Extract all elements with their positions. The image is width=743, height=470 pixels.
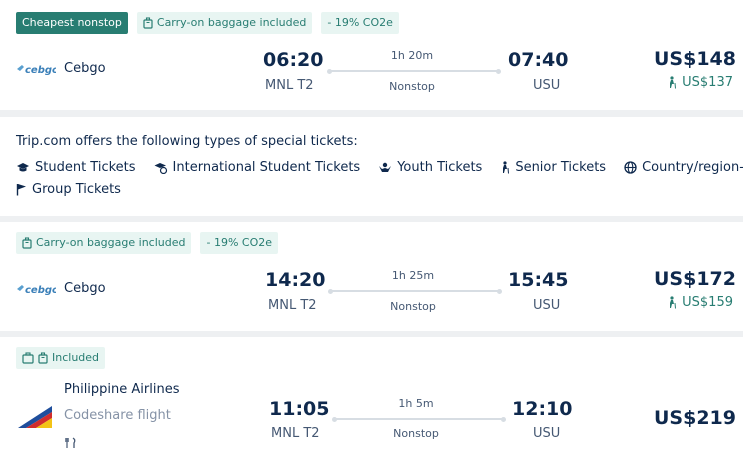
co2-tag: - 19% CO2e: [321, 12, 399, 34]
student-tickets[interactable]: Student Tickets: [16, 160, 136, 175]
flight-line: [327, 68, 501, 74]
group-tickets-label: Group Tickets: [32, 182, 121, 197]
carry-on-label: Carry-on baggage included: [156, 16, 307, 29]
luggage-icon: [38, 352, 48, 364]
flight-tags: Cheapest nonstop Carry-on baggage includ…: [16, 12, 399, 34]
cebgo-logo: cebgo: [17, 284, 56, 296]
flight-tags: Included: [16, 347, 106, 369]
senior-tickets[interactable]: Senior Tickets: [500, 160, 606, 175]
senior-price-value: US$137: [682, 75, 733, 90]
arrive-airport: USU: [533, 426, 561, 441]
flight-card[interactable]: Cheapest nonstop Carry-on baggage includ…: [0, 0, 743, 110]
flag-icon: [16, 184, 26, 196]
international-student-tickets-label: International Student Tickets: [172, 160, 361, 175]
senior-icon: [670, 76, 677, 89]
youth-tickets-label: Youth Tickets: [397, 160, 483, 175]
airline-info: cebgo Cebgo: [16, 61, 106, 76]
duration: 1h 25m: [391, 269, 435, 282]
duration: 1h 20m: [390, 49, 434, 62]
stops: Nonstop: [389, 80, 435, 93]
svg-text:cebgo: cebgo: [25, 285, 56, 296]
luggage-icon: [22, 237, 32, 249]
arrive-time: 12:10: [512, 398, 573, 420]
bag-icon: [22, 352, 34, 364]
price[interactable]: US$172: [654, 268, 736, 290]
depart-time: 14:20: [265, 269, 326, 291]
depart-airport: MNL T2: [265, 78, 314, 93]
graduation-cap-icon: [17, 162, 29, 171]
flight-line: [332, 416, 506, 422]
flight-line: [328, 288, 502, 294]
airline-info: cebgo Cebgo: [16, 281, 106, 296]
flight-card[interactable]: Carry-on baggage included - 19% CO2e ceb…: [0, 222, 743, 331]
country-region-tickets[interactable]: Country/region-sp: [624, 160, 743, 175]
special-tickets-row-2: Group Tickets: [16, 182, 121, 197]
carry-on-label: Carry-on baggage included: [36, 236, 186, 249]
arrive-airport: USU: [533, 78, 561, 93]
depart-time: 11:05: [269, 398, 330, 420]
carry-on-tag: Carry-on baggage included: [136, 12, 313, 34]
senior-price: US$159: [667, 295, 733, 310]
depart-airport: MNL T2: [271, 426, 320, 441]
special-tickets-title: Trip.com offers the following types of s…: [16, 134, 358, 149]
special-tickets-row-1: Student Tickets International Student Ti…: [16, 160, 743, 175]
co2-tag: - 19% CO2e: [200, 232, 279, 254]
luggage-icon: [143, 17, 153, 29]
duration: 1h 5m: [398, 397, 434, 410]
depart-time: 06:20: [263, 49, 324, 71]
price[interactable]: US$219: [654, 407, 736, 429]
youth-tickets[interactable]: Youth Tickets: [378, 160, 482, 175]
included-tag: Included: [16, 347, 106, 369]
codeshare-label[interactable]: Codeshare flight: [64, 408, 171, 423]
flight-tags: Carry-on baggage included - 19% CO2e: [16, 232, 279, 254]
stops: Nonstop: [393, 427, 439, 440]
included-label: Included: [52, 351, 100, 364]
cebgo-logo: cebgo: [17, 64, 56, 76]
senior-icon: [503, 161, 510, 174]
arrive-time: 07:40: [508, 49, 569, 71]
youth-icon: [379, 162, 392, 172]
special-tickets-panel: Trip.com offers the following types of s…: [0, 117, 743, 216]
senior-tickets-label: Senior Tickets: [515, 160, 607, 175]
cheapest-nonstop-tag: Cheapest nonstop: [16, 12, 128, 34]
arrive-time: 15:45: [508, 269, 569, 291]
senior-price: US$137: [667, 75, 733, 90]
meal-icon: [65, 437, 76, 448]
globe-cap-icon: [154, 162, 167, 174]
airline-name: Cebgo: [64, 281, 106, 296]
arrive-airport: USU: [533, 298, 561, 313]
stops: Nonstop: [390, 300, 436, 313]
senior-icon: [670, 296, 677, 309]
flight-card[interactable]: Included Philippine Airlines Codeshare f…: [0, 337, 743, 470]
international-student-tickets[interactable]: International Student Tickets: [154, 160, 361, 175]
price[interactable]: US$148: [654, 48, 736, 70]
airline-name: Philippine Airlines: [64, 382, 180, 397]
globe-icon: [624, 161, 637, 174]
senior-price-value: US$159: [682, 295, 733, 310]
carry-on-tag: Carry-on baggage included: [16, 232, 192, 254]
airline-name: Cebgo: [64, 61, 106, 76]
svg-text:cebgo: cebgo: [25, 65, 56, 76]
student-tickets-label: Student Tickets: [35, 160, 136, 175]
country-region-tickets-label: Country/region-sp: [642, 160, 743, 175]
depart-airport: MNL T2: [268, 298, 317, 313]
philippine-airlines-logo: [18, 406, 52, 428]
group-tickets[interactable]: Group Tickets: [16, 182, 121, 197]
